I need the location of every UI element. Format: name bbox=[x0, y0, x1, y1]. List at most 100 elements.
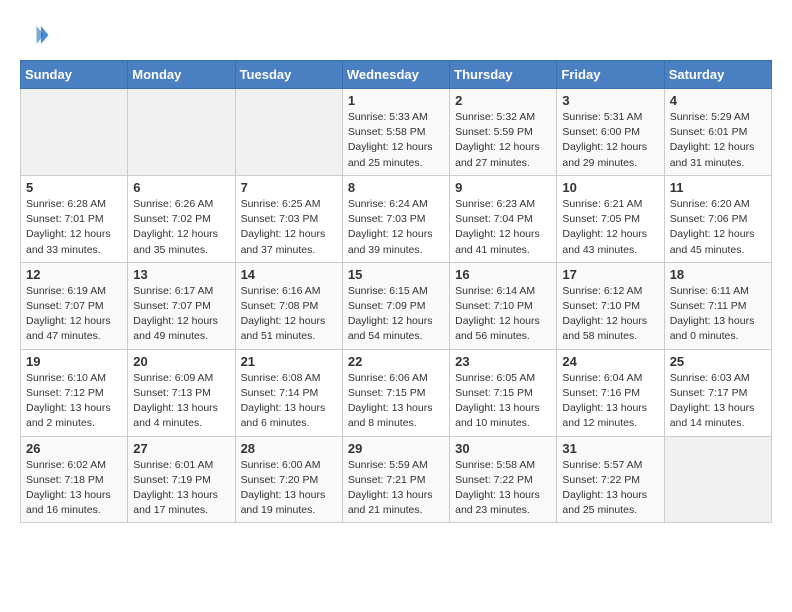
calendar-cell bbox=[235, 89, 342, 176]
calendar-cell: 12Sunrise: 6:19 AM Sunset: 7:07 PM Dayli… bbox=[21, 262, 128, 349]
calendar-cell: 9Sunrise: 6:23 AM Sunset: 7:04 PM Daylig… bbox=[450, 175, 557, 262]
day-number: 6 bbox=[133, 180, 229, 195]
day-number: 5 bbox=[26, 180, 122, 195]
calendar-cell: 2 Sunrise: 5:32 AM Sunset: 5:59 PM Daylig… bbox=[450, 89, 557, 176]
day-info: Sunrise: 6:00 AM Sunset: 7:20 PM Dayligh… bbox=[241, 458, 337, 519]
weekday-header-sunday: Sunday bbox=[21, 61, 128, 89]
logo-icon bbox=[20, 20, 50, 50]
day-number: 10 bbox=[562, 180, 658, 195]
day-info: Sunrise: 6:08 AM Sunset: 7:14 PM Dayligh… bbox=[241, 371, 337, 432]
calendar-table: SundayMondayTuesdayWednesdayThursdayFrid… bbox=[20, 60, 772, 523]
day-number: 12 bbox=[26, 267, 122, 282]
calendar-week-row: 26 Sunrise: 6:02 AM Sunset: 7:18 PM Dayli… bbox=[21, 436, 772, 523]
logo bbox=[20, 20, 54, 50]
calendar-cell: 7Sunrise: 6:25 AM Sunset: 7:03 PM Daylig… bbox=[235, 175, 342, 262]
calendar-cell: 18 Sunrise: 6:11 AM Sunset: 7:11 PM Dayli… bbox=[664, 262, 771, 349]
day-number: 24 bbox=[562, 354, 658, 369]
calendar-cell: 1 Sunrise: 5:33 AM Sunset: 5:58 PM Daylig… bbox=[342, 89, 449, 176]
weekday-header-friday: Friday bbox=[557, 61, 664, 89]
day-info: Sunrise: 6:25 AM Sunset: 7:03 PM Dayligh… bbox=[241, 197, 337, 258]
day-info: Sunrise: 6:28 AM Sunset: 7:01 PM Dayligh… bbox=[26, 197, 122, 258]
day-info: Sunrise: 6:20 AM Sunset: 7:06 PM Dayligh… bbox=[670, 197, 766, 258]
day-number: 3 bbox=[562, 93, 658, 108]
day-info: Sunrise: 6:11 AM Sunset: 7:11 PM Dayligh… bbox=[670, 284, 766, 345]
day-info: Sunrise: 6:14 AM Sunset: 7:10 PM Dayligh… bbox=[455, 284, 551, 345]
calendar-week-row: 5 Sunrise: 6:28 AM Sunset: 7:01 PM Daylig… bbox=[21, 175, 772, 262]
day-number: 31 bbox=[562, 441, 658, 456]
weekday-header-wednesday: Wednesday bbox=[342, 61, 449, 89]
day-info: Sunrise: 6:12 AM Sunset: 7:10 PM Dayligh… bbox=[562, 284, 658, 345]
day-info: Sunrise: 5:58 AM Sunset: 7:22 PM Dayligh… bbox=[455, 458, 551, 519]
calendar-week-row: 12Sunrise: 6:19 AM Sunset: 7:07 PM Dayli… bbox=[21, 262, 772, 349]
day-info: Sunrise: 5:33 AM Sunset: 5:58 PM Dayligh… bbox=[348, 110, 444, 171]
day-info: Sunrise: 6:09 AM Sunset: 7:13 PM Dayligh… bbox=[133, 371, 229, 432]
calendar-cell: 24 Sunrise: 6:04 AM Sunset: 7:16 PM Dayli… bbox=[557, 349, 664, 436]
calendar-cell: 16 Sunrise: 6:14 AM Sunset: 7:10 PM Dayli… bbox=[450, 262, 557, 349]
calendar-cell: 29 Sunrise: 5:59 AM Sunset: 7:21 PM Dayli… bbox=[342, 436, 449, 523]
day-info: Sunrise: 6:16 AM Sunset: 7:08 PM Dayligh… bbox=[241, 284, 337, 345]
calendar-cell: 23 Sunrise: 6:05 AM Sunset: 7:15 PM Dayli… bbox=[450, 349, 557, 436]
calendar-cell: 21 Sunrise: 6:08 AM Sunset: 7:14 PM Dayli… bbox=[235, 349, 342, 436]
day-number: 23 bbox=[455, 354, 551, 369]
day-info: Sunrise: 6:17 AM Sunset: 7:07 PM Dayligh… bbox=[133, 284, 229, 345]
calendar-cell bbox=[128, 89, 235, 176]
day-number: 11 bbox=[670, 180, 766, 195]
calendar-cell: 31Sunrise: 5:57 AM Sunset: 7:22 PM Dayli… bbox=[557, 436, 664, 523]
calendar-cell: 13 Sunrise: 6:17 AM Sunset: 7:07 PM Dayli… bbox=[128, 262, 235, 349]
day-info: Sunrise: 6:02 AM Sunset: 7:18 PM Dayligh… bbox=[26, 458, 122, 519]
day-info: Sunrise: 5:31 AM Sunset: 6:00 PM Dayligh… bbox=[562, 110, 658, 171]
day-number: 13 bbox=[133, 267, 229, 282]
day-number: 20 bbox=[133, 354, 229, 369]
day-number: 28 bbox=[241, 441, 337, 456]
day-info: Sunrise: 6:01 AM Sunset: 7:19 PM Dayligh… bbox=[133, 458, 229, 519]
day-info: Sunrise: 6:06 AM Sunset: 7:15 PM Dayligh… bbox=[348, 371, 444, 432]
day-number: 17 bbox=[562, 267, 658, 282]
day-info: Sunrise: 6:24 AM Sunset: 7:03 PM Dayligh… bbox=[348, 197, 444, 258]
weekday-header-tuesday: Tuesday bbox=[235, 61, 342, 89]
day-info: Sunrise: 6:04 AM Sunset: 7:16 PM Dayligh… bbox=[562, 371, 658, 432]
day-info: Sunrise: 6:26 AM Sunset: 7:02 PM Dayligh… bbox=[133, 197, 229, 258]
day-number: 21 bbox=[241, 354, 337, 369]
calendar-cell: 17 Sunrise: 6:12 AM Sunset: 7:10 PM Dayli… bbox=[557, 262, 664, 349]
day-info: Sunrise: 6:21 AM Sunset: 7:05 PM Dayligh… bbox=[562, 197, 658, 258]
day-number: 14 bbox=[241, 267, 337, 282]
day-info: Sunrise: 6:15 AM Sunset: 7:09 PM Dayligh… bbox=[348, 284, 444, 345]
calendar-cell: 14 Sunrise: 6:16 AM Sunset: 7:08 PM Dayli… bbox=[235, 262, 342, 349]
day-number: 18 bbox=[670, 267, 766, 282]
weekday-header-saturday: Saturday bbox=[664, 61, 771, 89]
day-number: 30 bbox=[455, 441, 551, 456]
calendar-cell: 15 Sunrise: 6:15 AM Sunset: 7:09 PM Dayli… bbox=[342, 262, 449, 349]
page-header bbox=[20, 20, 772, 50]
day-info: Sunrise: 6:05 AM Sunset: 7:15 PM Dayligh… bbox=[455, 371, 551, 432]
calendar-cell: 28 Sunrise: 6:00 AM Sunset: 7:20 PM Dayli… bbox=[235, 436, 342, 523]
calendar-cell: 5 Sunrise: 6:28 AM Sunset: 7:01 PM Daylig… bbox=[21, 175, 128, 262]
day-info: Sunrise: 6:03 AM Sunset: 7:17 PM Dayligh… bbox=[670, 371, 766, 432]
day-number: 26 bbox=[26, 441, 122, 456]
day-info: Sunrise: 5:59 AM Sunset: 7:21 PM Dayligh… bbox=[348, 458, 444, 519]
day-info: Sunrise: 5:32 AM Sunset: 5:59 PM Dayligh… bbox=[455, 110, 551, 171]
day-info: Sunrise: 6:10 AM Sunset: 7:12 PM Dayligh… bbox=[26, 371, 122, 432]
day-number: 1 bbox=[348, 93, 444, 108]
calendar-cell: 27 Sunrise: 6:01 AM Sunset: 7:19 PM Dayli… bbox=[128, 436, 235, 523]
day-number: 9 bbox=[455, 180, 551, 195]
calendar-cell: 30 Sunrise: 5:58 AM Sunset: 7:22 PM Dayli… bbox=[450, 436, 557, 523]
calendar-cell: 10 Sunrise: 6:21 AM Sunset: 7:05 PM Dayli… bbox=[557, 175, 664, 262]
calendar-cell: 8 Sunrise: 6:24 AM Sunset: 7:03 PM Daylig… bbox=[342, 175, 449, 262]
day-number: 29 bbox=[348, 441, 444, 456]
day-number: 19 bbox=[26, 354, 122, 369]
day-number: 8 bbox=[348, 180, 444, 195]
calendar-cell: 11 Sunrise: 6:20 AM Sunset: 7:06 PM Dayli… bbox=[664, 175, 771, 262]
calendar-cell: 19 Sunrise: 6:10 AM Sunset: 7:12 PM Dayli… bbox=[21, 349, 128, 436]
calendar-cell: 3 Sunrise: 5:31 AM Sunset: 6:00 PM Daylig… bbox=[557, 89, 664, 176]
day-number: 15 bbox=[348, 267, 444, 282]
weekday-header-monday: Monday bbox=[128, 61, 235, 89]
weekday-header-thursday: Thursday bbox=[450, 61, 557, 89]
calendar-cell: 4Sunrise: 5:29 AM Sunset: 6:01 PM Daylig… bbox=[664, 89, 771, 176]
day-number: 27 bbox=[133, 441, 229, 456]
calendar-week-row: 19 Sunrise: 6:10 AM Sunset: 7:12 PM Dayli… bbox=[21, 349, 772, 436]
day-number: 16 bbox=[455, 267, 551, 282]
day-number: 2 bbox=[455, 93, 551, 108]
day-number: 22 bbox=[348, 354, 444, 369]
calendar-cell: 20 Sunrise: 6:09 AM Sunset: 7:13 PM Dayli… bbox=[128, 349, 235, 436]
calendar-header-row: SundayMondayTuesdayWednesdayThursdayFrid… bbox=[21, 61, 772, 89]
